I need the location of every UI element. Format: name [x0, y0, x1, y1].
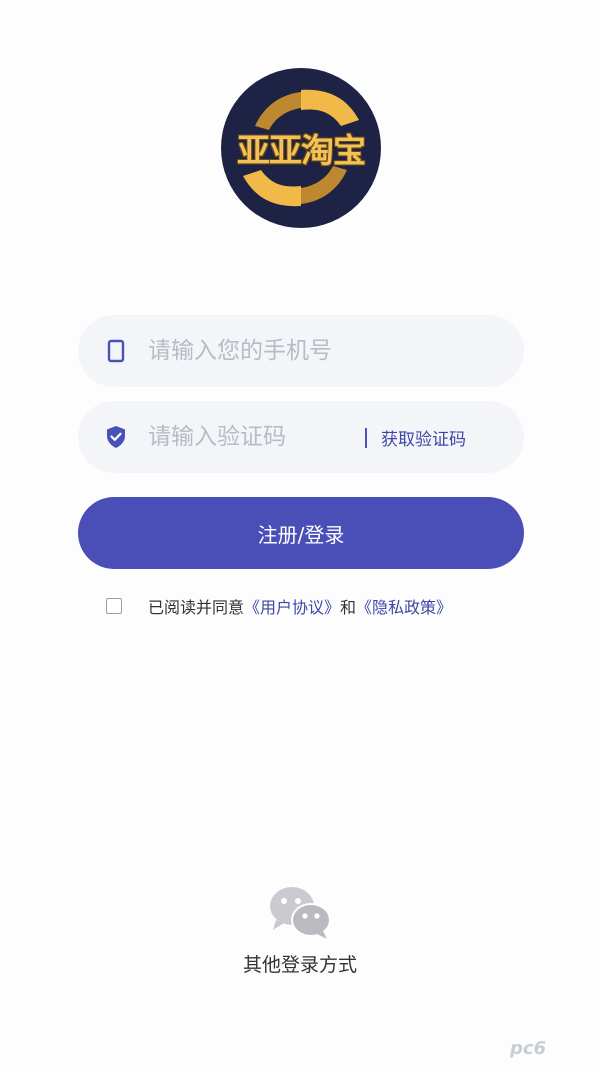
agreement-and: 和 [340, 598, 357, 617]
privacy-policy-link[interactable]: 《隐私政策》 [356, 594, 452, 618]
get-code-button[interactable]: 获取验证码 [381, 425, 466, 450]
phone-input[interactable] [148, 329, 448, 373]
code-input[interactable] [148, 415, 348, 459]
logo-text: 亚亚淘宝 [237, 131, 366, 170]
shield-check-icon [107, 426, 125, 448]
phone-field[interactable] [78, 315, 524, 387]
phone-icon [107, 339, 125, 363]
user-agreement-link[interactable]: 《用户协议》 [244, 594, 340, 618]
watermark: pc6 [510, 1038, 547, 1059]
agreement-checkbox[interactable] [106, 598, 122, 614]
agreement-row: 已阅读并同意 《用户协议》 和 《隐私政策》 [106, 594, 452, 618]
agreement-prefix: 已阅读并同意 [148, 598, 245, 617]
wechat-icon[interactable] [267, 884, 333, 940]
app-logo: 亚亚淘宝 [221, 68, 381, 228]
register-login-button[interactable]: 注册/登录 [78, 497, 524, 569]
code-field[interactable]: 获取验证码 [78, 401, 524, 473]
divider [365, 428, 367, 448]
login-page: 亚亚淘宝 获取验证码 注册/登录 已阅读并同意 《用户协议》 和 《隐私政策》 [0, 0, 600, 1070]
other-login-label: 其他登录方式 [242, 954, 357, 976]
other-login-section: 其他登录方式 [0, 884, 600, 977]
